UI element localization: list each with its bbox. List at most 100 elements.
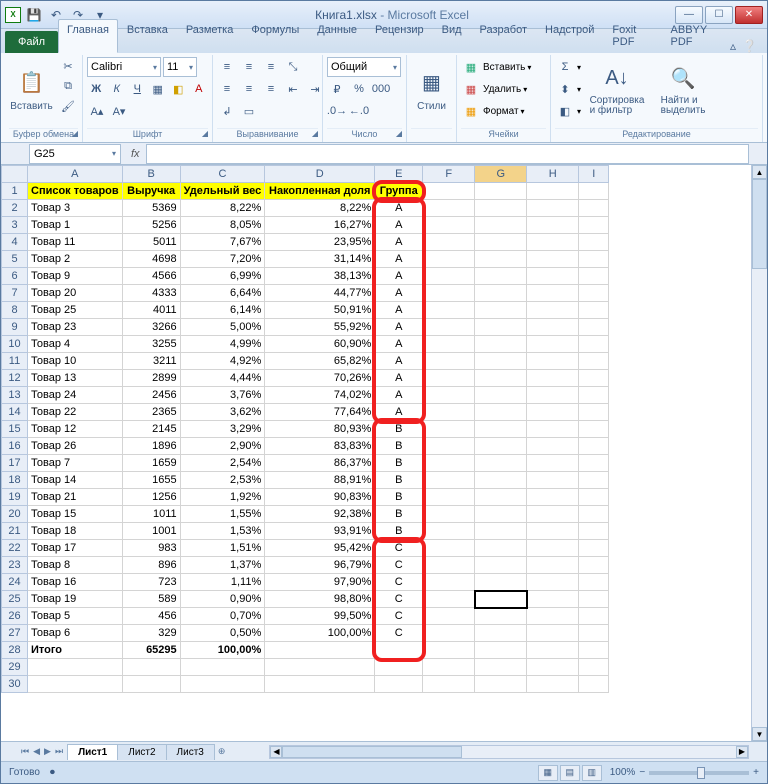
row-header-22[interactable]: 22 [2, 540, 28, 557]
cell-H30[interactable] [527, 676, 579, 693]
cell-F19[interactable] [423, 489, 475, 506]
cell-C19[interactable]: 1,92% [180, 489, 265, 506]
cell-H25[interactable] [527, 591, 579, 608]
cell-H21[interactable] [527, 523, 579, 540]
cell-I4[interactable] [579, 234, 609, 251]
decrease-decimal-icon[interactable]: ←.0 [349, 102, 369, 120]
tab-данные[interactable]: Данные [308, 19, 366, 53]
number-format-combo[interactable]: Общий▾ [327, 57, 401, 77]
format-cells-icon[interactable]: ▦ [461, 102, 481, 120]
tab-foxit pdf[interactable]: Foxit PDF [603, 19, 661, 53]
cell-F8[interactable] [423, 302, 475, 319]
cell-G4[interactable] [475, 234, 527, 251]
cell-G9[interactable] [475, 319, 527, 336]
cell-D23[interactable]: 96,79% [265, 557, 375, 574]
cell-A17[interactable]: Товар 7 [28, 455, 123, 472]
cell-D30[interactable] [265, 676, 375, 693]
insert-cells-icon[interactable]: ▦ [461, 58, 481, 76]
col-header-G[interactable]: G [475, 166, 527, 183]
col-header-I[interactable]: I [579, 166, 609, 183]
cell-F11[interactable] [423, 353, 475, 370]
tab-надстрой[interactable]: Надстрой [536, 19, 603, 53]
cell-E16[interactable]: B [375, 438, 423, 455]
cell-A23[interactable]: Товар 8 [28, 557, 123, 574]
row-header-29[interactable]: 29 [2, 659, 28, 676]
fill-color-icon[interactable]: ◧ [169, 80, 188, 98]
cell-H22[interactable] [527, 540, 579, 557]
cell-B10[interactable]: 3255 [122, 336, 180, 353]
cell-D29[interactable] [265, 659, 375, 676]
cell-B14[interactable]: 2365 [122, 404, 180, 421]
cell-I6[interactable] [579, 268, 609, 285]
cell-G5[interactable] [475, 251, 527, 268]
indent-inc-icon[interactable]: ⇥ [305, 80, 325, 98]
cell-C29[interactable] [180, 659, 265, 676]
cell-E11[interactable]: A [375, 353, 423, 370]
cell-C26[interactable]: 0,70% [180, 608, 265, 625]
cell-E12[interactable]: A [375, 370, 423, 387]
cell-H5[interactable] [527, 251, 579, 268]
cell-I24[interactable] [579, 574, 609, 591]
cell-F30[interactable] [423, 676, 475, 693]
cell-F9[interactable] [423, 319, 475, 336]
cell-E21[interactable]: B [375, 523, 423, 540]
save-icon[interactable]: 💾 [25, 6, 43, 24]
cell-D11[interactable]: 65,82% [265, 353, 375, 370]
cell-B25[interactable]: 589 [122, 591, 180, 608]
cell-G30[interactable] [475, 676, 527, 693]
insert-cells-label[interactable]: Вставить [483, 62, 525, 73]
cell-G20[interactable] [475, 506, 527, 523]
cell-A26[interactable]: Товар 5 [28, 608, 123, 625]
cell-B30[interactable] [122, 676, 180, 693]
cell-B29[interactable] [122, 659, 180, 676]
cell-I25[interactable] [579, 591, 609, 608]
cell-I2[interactable] [579, 200, 609, 217]
zoom-slider[interactable] [649, 771, 749, 775]
zoom-out-icon[interactable]: − [639, 767, 645, 778]
cell-D21[interactable]: 93,91% [265, 523, 375, 540]
cell-H2[interactable] [527, 200, 579, 217]
cell-B5[interactable]: 4698 [122, 251, 180, 268]
hscroll-thumb[interactable] [282, 746, 462, 758]
cell-H1[interactable] [527, 183, 579, 200]
row-header-5[interactable]: 5 [2, 251, 28, 268]
row-header-25[interactable]: 25 [2, 591, 28, 608]
cell-F25[interactable] [423, 591, 475, 608]
cell-H24[interactable] [527, 574, 579, 591]
align-center-icon[interactable]: ≡ [239, 80, 259, 98]
cell-E17[interactable]: B [375, 455, 423, 472]
cell-G18[interactable] [475, 472, 527, 489]
row-header-13[interactable]: 13 [2, 387, 28, 404]
sheet-nav-prev-icon[interactable]: ◀ [33, 746, 40, 757]
col-header-H[interactable]: H [527, 166, 579, 183]
row-header-2[interactable]: 2 [2, 200, 28, 217]
cell-H28[interactable] [527, 642, 579, 659]
tab-разработ[interactable]: Разработ [471, 19, 536, 53]
cell-E18[interactable]: B [375, 472, 423, 489]
cell-I18[interactable] [579, 472, 609, 489]
cell-H19[interactable] [527, 489, 579, 506]
row-header-1[interactable]: 1 [2, 183, 28, 200]
increase-decimal-icon[interactable]: .0→ [327, 102, 347, 120]
cell-H8[interactable] [527, 302, 579, 319]
align-middle-icon[interactable]: ≡ [239, 58, 259, 76]
cell-G2[interactable] [475, 200, 527, 217]
cell-D26[interactable]: 99,50% [265, 608, 375, 625]
cell-I10[interactable] [579, 336, 609, 353]
cell-F14[interactable] [423, 404, 475, 421]
tab-рецензир[interactable]: Рецензир [366, 19, 433, 53]
row-header-19[interactable]: 19 [2, 489, 28, 506]
cell-G7[interactable] [475, 285, 527, 302]
cell-A6[interactable]: Товар 9 [28, 268, 123, 285]
ribbon-minimize-icon[interactable]: ▵ [730, 39, 736, 53]
cell-E23[interactable]: C [375, 557, 423, 574]
delete-cells-icon[interactable]: ▦ [461, 80, 481, 98]
align-bottom-icon[interactable]: ≡ [261, 58, 281, 76]
cell-A21[interactable]: Товар 18 [28, 523, 123, 540]
cell-D1[interactable]: Накопленная доля [265, 183, 375, 200]
cell-F13[interactable] [423, 387, 475, 404]
bold-icon[interactable]: Ж [87, 80, 106, 98]
align-right-icon[interactable]: ≡ [261, 80, 281, 98]
cell-A30[interactable] [28, 676, 123, 693]
cell-C30[interactable] [180, 676, 265, 693]
